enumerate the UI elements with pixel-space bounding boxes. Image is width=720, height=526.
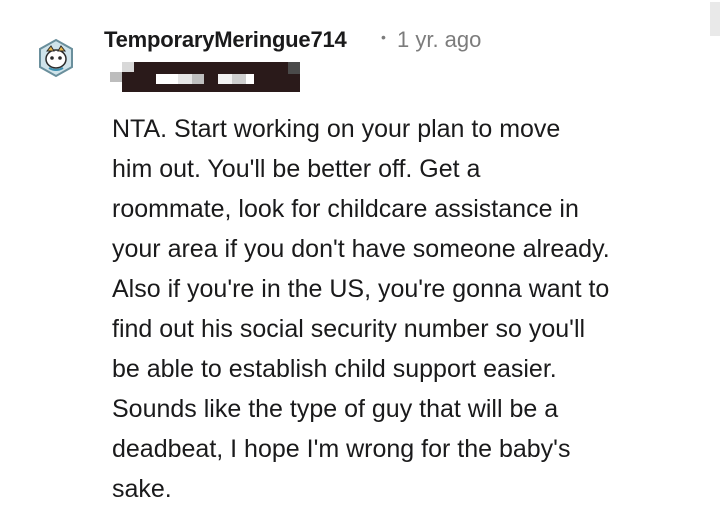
comment-line: your area if you don't have someone alre… — [112, 235, 610, 263]
comment-line: roommate, look for childcare assistance … — [112, 195, 579, 223]
comment-timestamp[interactable]: 1 yr. ago — [397, 27, 481, 53]
comment-line: deadbeat, I hope I'm wrong for the baby'… — [112, 435, 571, 463]
snoo-avatar-icon — [39, 38, 73, 78]
comment-line: Sounds like the type of guy that will be… — [112, 395, 559, 423]
comment-line: sake. — [112, 475, 172, 503]
comment-line: him out. You'll be better off. Get a — [112, 155, 481, 183]
comment-line: Also if you're in the US, you're gonna w… — [112, 275, 610, 303]
comment-screenshot: TemporaryMeringue714 • 1 yr. ago NTA. St… — [0, 0, 720, 526]
comment-body: NTA. Start working on your plan to move … — [112, 109, 702, 509]
comment-author[interactable]: TemporaryMeringue714 — [104, 27, 347, 53]
comment-line: find out his social security number so y… — [112, 315, 586, 343]
meta-separator: • — [381, 29, 386, 45]
comment-line: be able to establish child support easie… — [112, 355, 557, 383]
user-avatar[interactable] — [36, 38, 76, 78]
scrollbar[interactable] — [710, 2, 720, 36]
comment-line: NTA. Start working on your plan to move — [112, 115, 561, 143]
redacted-flair — [110, 62, 300, 92]
